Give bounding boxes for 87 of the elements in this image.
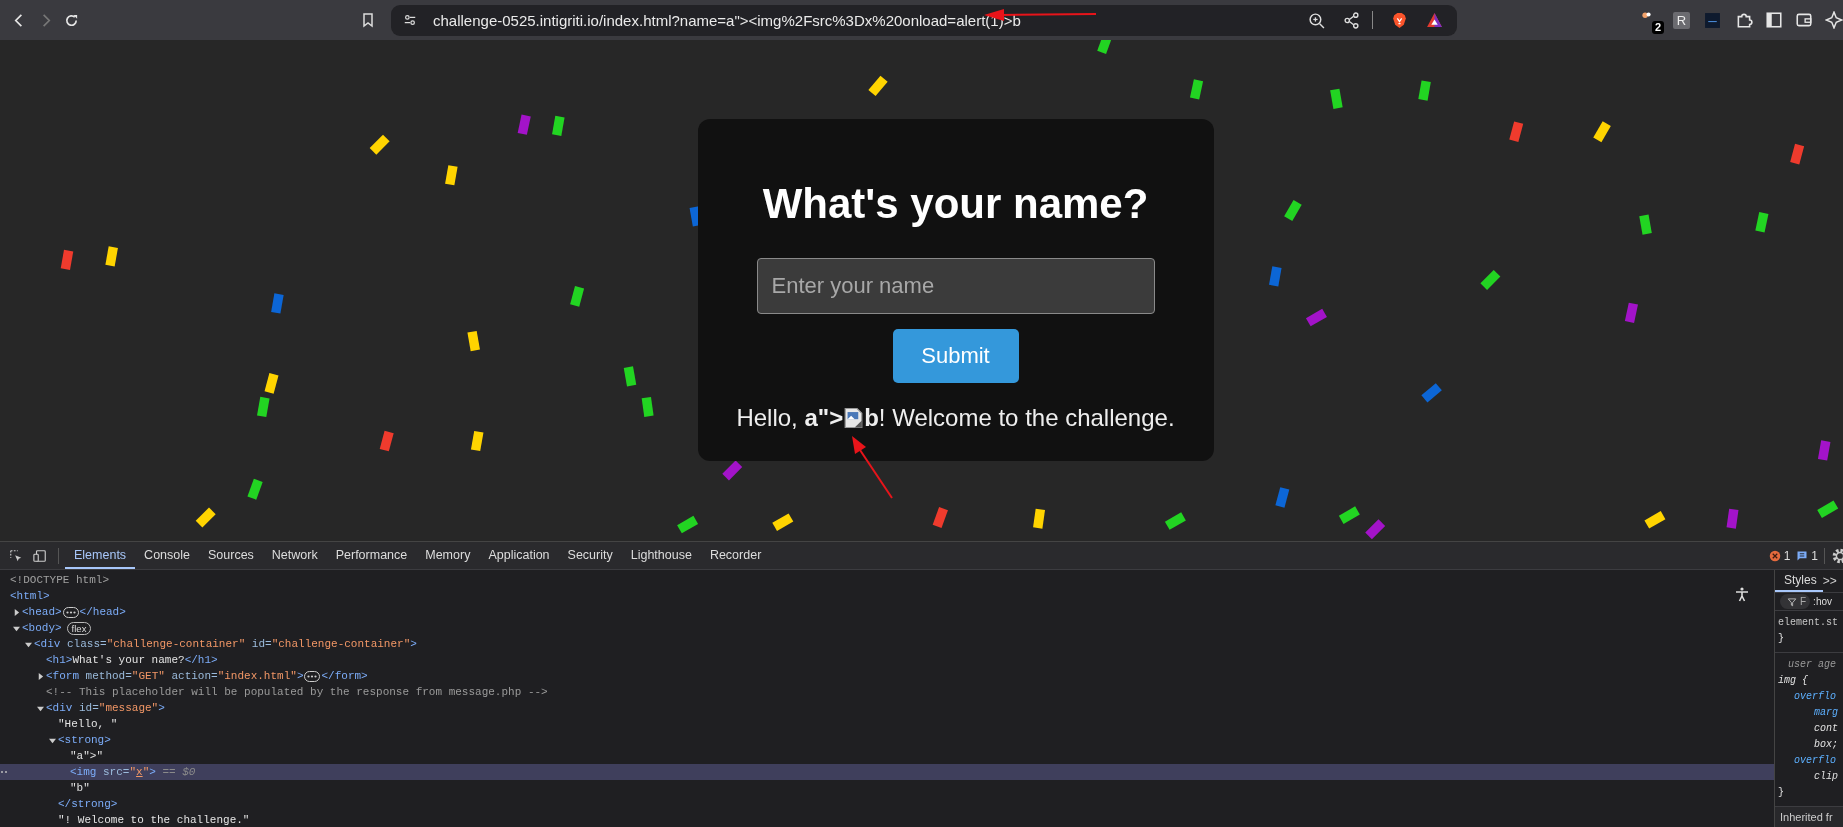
dom-node-text: <div class="challenge-container" id="challenge-container"> — [34, 638, 417, 650]
error-count: 1 — [1783, 548, 1791, 563]
triangle-icon[interactable] — [1426, 11, 1443, 29]
inspect-icon[interactable] — [9, 548, 23, 563]
extension-icon[interactable] — [1704, 11, 1721, 29]
styles-tab[interactable]: Styles — [1775, 570, 1823, 592]
ellipsis-icon[interactable] — [304, 670, 321, 682]
message-text: ! Welcome to the challenge. — [878, 404, 1175, 432]
message-count: 1 — [1811, 548, 1818, 563]
css-line: } — [1778, 632, 1785, 646]
name-text: a"> — [804, 404, 844, 432]
devtools-tab[interactable]: Elements — [65, 542, 136, 569]
address-bar[interactable]: challenge-0525.intigriti.io/index.html?name=a"><img%2Fsrc%3Dx%20onload=alert(1)>b — [391, 4, 1457, 36]
css-line: box; — [1813, 738, 1839, 752]
device-toolbar-icon[interactable] — [33, 548, 47, 563]
dom-node-text: <!DOCTYPE html> — [10, 574, 110, 586]
dom-node-text: <body> — [22, 622, 62, 634]
selected-dom-row[interactable]: <img src="x"> == $0 — [0, 764, 1774, 780]
page-heading: What's your name? — [762, 179, 1149, 229]
expand-toggle-icon[interactable] — [25, 640, 32, 648]
share-icon[interactable] — [1343, 11, 1360, 29]
dom-node-text: <form method="GET" action="index.html"> — [46, 670, 304, 682]
broken-image-icon — [844, 407, 864, 429]
settings-icon[interactable] — [1831, 546, 1843, 565]
css-line: cont — [1813, 722, 1839, 736]
devtools-tab[interactable]: Application — [479, 542, 559, 569]
devtools-tab[interactable]: Performance — [326, 542, 417, 569]
bookmark-icon[interactable] — [360, 12, 376, 28]
css-line: user age — [1787, 658, 1837, 672]
dom-node-text: <strong> — [58, 734, 111, 746]
devtools-tab[interactable]: Console — [135, 542, 199, 569]
sidebar-icon[interactable] — [1765, 11, 1783, 29]
lion-shield-icon[interactable] — [1391, 11, 1408, 29]
expand-toggle-icon[interactable] — [13, 608, 20, 616]
name-text: b — [864, 404, 879, 432]
devtools-tab[interactable]: Security — [558, 542, 622, 569]
expand-toggle-icon[interactable] — [13, 624, 20, 632]
accessibility-icon[interactable] — [1734, 586, 1750, 602]
css-line: marg — [1813, 706, 1839, 720]
filter-icon — [1787, 596, 1797, 607]
dom-node-text: "a">" — [70, 750, 103, 762]
filter-field[interactable]: F — [1780, 594, 1811, 609]
dom-node-text: </head> — [79, 606, 126, 618]
hover-toggle[interactable]: :hov — [1813, 596, 1832, 607]
zoom-icon[interactable] — [1308, 11, 1325, 29]
css-line: } — [1778, 786, 1785, 800]
url-text: challenge-0525.intigriti.io/index.html?name=a"><img%2Fsrc%3Dx%20onload=alert(1)>b — [433, 11, 1021, 29]
dom-node-text: "! Welcome to the challenge." — [58, 814, 250, 826]
css-line: overflo — [1793, 754, 1837, 768]
extension-badge: 2 — [1652, 21, 1665, 34]
devtools-tab[interactable]: Lighthouse — [621, 542, 701, 569]
arrow-annotation — [852, 436, 893, 499]
ellipsis-icon[interactable] — [62, 606, 79, 618]
devtools-tab[interactable]: Sources — [199, 542, 263, 569]
devtools-tab[interactable]: Memory — [416, 542, 480, 569]
dom-node-text: "b" — [70, 782, 90, 794]
puzzle-icon[interactable] — [1735, 11, 1753, 29]
css-line: img { — [1778, 674, 1809, 688]
expand-toggle-icon[interactable] — [37, 704, 44, 712]
css-line: clip — [1813, 770, 1839, 784]
dom-node-text: <!-- This placeholder will be populated by the response from message.php --> — [46, 686, 548, 698]
error-icon[interactable] — [1768, 549, 1781, 562]
more-tabs-button[interactable]: >> — [1822, 574, 1837, 588]
dom-node-text: </form> — [321, 670, 368, 682]
message-icon[interactable] — [1796, 549, 1809, 562]
css-line: element.st — [1778, 616, 1839, 630]
inherited-header: Inherited fr — [1775, 807, 1843, 827]
dom-node-text: "Hello, " — [58, 718, 118, 730]
sparkle-icon[interactable] — [1825, 11, 1843, 29]
devtools-tab[interactable]: Network — [262, 542, 327, 569]
extension-button[interactable]: R — [1673, 11, 1690, 29]
dom-node-text: <html> — [10, 590, 50, 602]
css-line: overflo — [1793, 690, 1837, 704]
dom-node-text: <h1>What's your name?</h1> — [46, 654, 218, 666]
expand-toggle-icon[interactable] — [37, 672, 44, 680]
dom-node-text: <img src="x"> == $0 — [70, 766, 196, 778]
devtools-tab[interactable]: Recorder — [700, 542, 771, 569]
dom-node-text: <div id="message"> — [46, 702, 165, 714]
site-settings-icon[interactable] — [403, 13, 417, 27]
wallet-icon[interactable] — [1795, 11, 1813, 29]
dom-node-text: <head> — [22, 606, 62, 618]
name-input[interactable]: Enter your name — [756, 258, 1155, 314]
dom-node-text: </strong> — [58, 798, 118, 810]
expand-toggle-icon[interactable] — [49, 736, 56, 744]
more-icon[interactable] — [0, 770, 8, 774]
message-text: Hello, — [736, 404, 799, 432]
reload-icon[interactable] — [64, 12, 79, 28]
